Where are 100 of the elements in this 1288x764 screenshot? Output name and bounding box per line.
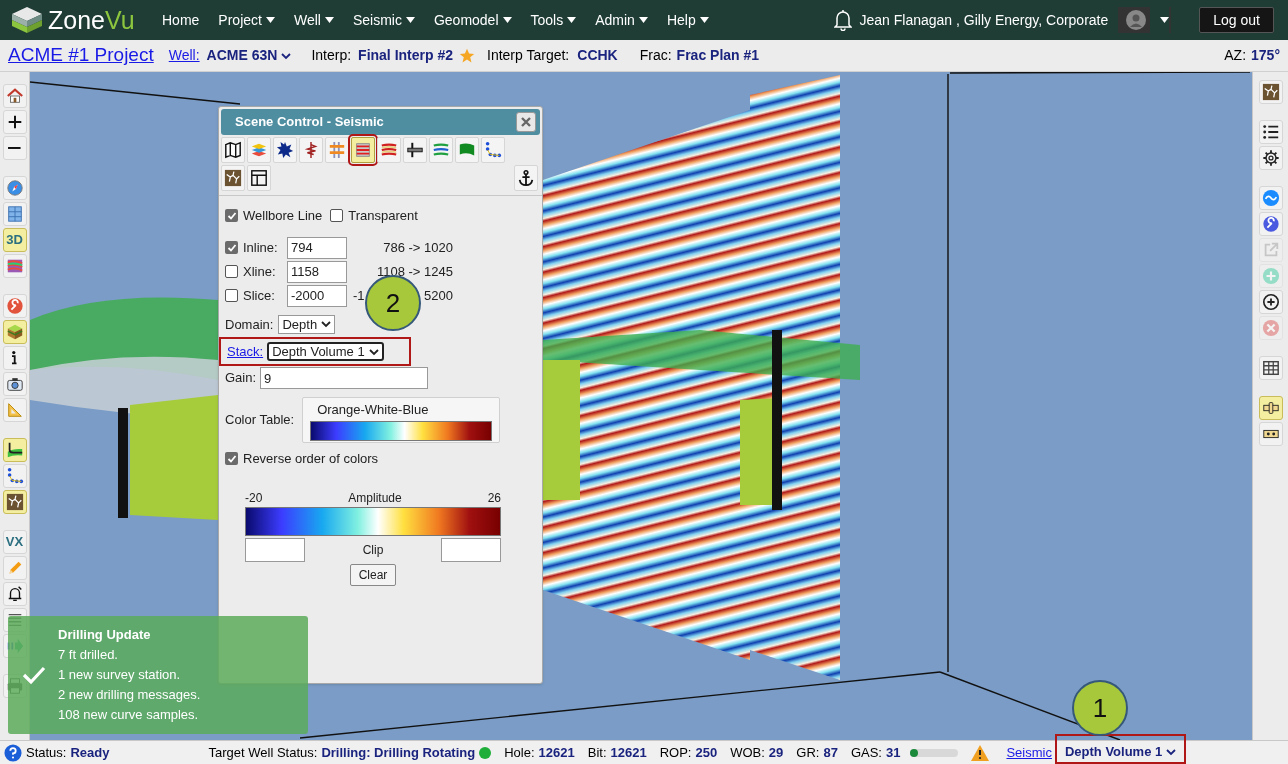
clip-max-input[interactable]	[441, 537, 501, 562]
close-button[interactable]	[516, 112, 536, 132]
help-icon[interactable]	[4, 743, 22, 762]
tool-button[interactable]	[403, 137, 427, 163]
toolbar-button[interactable]	[2, 582, 27, 606]
reading-label: GR:	[796, 743, 820, 762]
well-selector[interactable]: ACME 63N	[206, 45, 292, 66]
caret-icon	[321, 319, 332, 330]
toolbar-button[interactable]	[1258, 356, 1283, 380]
stack-link[interactable]: Stack:	[227, 341, 264, 362]
menu-dropdown[interactable]: Seismic	[352, 9, 415, 31]
checkbox[interactable]	[225, 452, 238, 466]
status-label: Status:	[26, 743, 67, 762]
toast-message: 108 new curve samples.	[58, 706, 200, 724]
logout-button[interactable]: Log out	[1199, 7, 1274, 33]
checkbox-label: Reverse order of colors	[243, 450, 379, 468]
toolbar-button[interactable]	[1258, 120, 1283, 144]
tool-button[interactable]	[247, 165, 271, 191]
tool-button[interactable]	[299, 137, 323, 163]
color-table-picker[interactable]: Orange-White-Blue	[302, 397, 501, 443]
domain-label: Domain:	[225, 315, 274, 334]
reading-value: 31	[886, 743, 901, 762]
toolbar-button[interactable]	[1258, 146, 1283, 170]
gain-label: Gain:	[225, 369, 257, 388]
menu-dropdown[interactable]: Well	[293, 9, 334, 31]
toolbar-button[interactable]	[2, 110, 27, 134]
caret-icon	[324, 17, 334, 23]
plane-input[interactable]: 1158	[287, 260, 347, 283]
caret-icon	[502, 17, 512, 23]
layers-icon	[250, 141, 268, 159]
close-icon	[1261, 319, 1280, 337]
menu-dropdown[interactable]: Tools	[530, 9, 577, 31]
add-icon	[1261, 267, 1280, 285]
toolbar-button[interactable]	[1258, 80, 1283, 104]
plane-label: Slice:	[243, 286, 275, 305]
fracture-branch-icon	[5, 493, 24, 511]
plane-range: 5200	[424, 286, 453, 305]
target-well-status-label: Target Well Status:	[208, 743, 318, 762]
amplitude-max: 26	[487, 489, 501, 507]
plane-input[interactable]: 794	[287, 236, 347, 259]
seismic-stack-icon	[354, 141, 372, 159]
anchor-button[interactable]	[514, 165, 538, 191]
clear-button[interactable]: Clear	[349, 563, 397, 586]
camera-icon	[5, 375, 24, 393]
house-icon	[5, 87, 24, 105]
volume-selector[interactable]: Depth Volume 1	[1054, 733, 1187, 764]
map-icon	[224, 141, 242, 159]
amplitude-min: -20	[245, 489, 263, 507]
toolbar-button[interactable]	[1258, 396, 1283, 420]
reading-label: GAS:	[850, 743, 882, 762]
clip-min-input[interactable]	[245, 537, 305, 562]
checkbox[interactable]	[225, 289, 238, 302]
toolbar-button[interactable]	[2, 372, 27, 396]
caret-icon	[281, 50, 292, 61]
close-icon	[521, 117, 531, 127]
user-name: Jean Flanagan , Gilly Energy, Corporate	[859, 10, 1109, 30]
toolbar-button[interactable]	[1258, 290, 1283, 314]
well-link[interactable]: Well:	[168, 45, 200, 66]
wave-icon	[1261, 189, 1280, 207]
menu-dropdown[interactable]: Help	[666, 9, 709, 31]
cross-section-icon	[5, 257, 24, 275]
wellbore-surface-icon	[5, 441, 24, 459]
checkbox[interactable]	[225, 265, 238, 278]
starburst-icon	[276, 141, 294, 159]
tool-button[interactable]	[221, 165, 245, 191]
toolbar-button[interactable]: VX	[2, 530, 27, 554]
toolbar-button[interactable]	[2, 346, 27, 370]
menu-link[interactable]: Home	[162, 9, 200, 31]
menu-dropdown[interactable]: Project	[218, 9, 275, 31]
user-avatar-button[interactable]	[1118, 7, 1172, 33]
checkbox[interactable]	[225, 209, 238, 223]
toolbar-button[interactable]: 3D	[2, 228, 27, 252]
checkmark-icon	[22, 665, 46, 685]
toolbar-button[interactable]	[2, 464, 27, 488]
seismic-link[interactable]: Seismic	[1006, 742, 1052, 763]
tool-button[interactable]	[481, 137, 505, 163]
stack-select[interactable]: Depth Volume 1	[267, 342, 384, 361]
checkbox[interactable]	[225, 241, 238, 254]
caret-icon	[699, 17, 709, 23]
toolbar-button[interactable]	[2, 490, 27, 514]
toolbar-button[interactable]	[2, 438, 27, 462]
project-link[interactable]: ACME #1 Project	[8, 41, 154, 70]
warning-icon[interactable]	[971, 744, 990, 761]
star-icon[interactable]	[459, 47, 475, 64]
menu-dropdown[interactable]: Geomodel	[433, 9, 512, 31]
notification-bell-icon[interactable]	[833, 9, 852, 31]
gain-input[interactable]: 9	[260, 367, 429, 389]
interp-target-value: CCHK	[577, 46, 618, 65]
tool-button[interactable]	[273, 137, 297, 163]
tool-button[interactable]	[325, 137, 349, 163]
menu-dropdown[interactable]: Admin	[595, 9, 648, 31]
plane-input[interactable]: -2000	[287, 284, 347, 307]
plane-range: -1	[353, 286, 365, 305]
tool-button[interactable]	[221, 137, 245, 163]
triangle-ruler-icon	[5, 401, 24, 419]
logo-text[interactable]: ZoneVu	[48, 7, 135, 33]
checkbox[interactable]	[330, 209, 344, 223]
toolbar-button[interactable]	[2, 136, 27, 160]
domain-select[interactable]: Depth	[278, 314, 336, 334]
toolbar-button[interactable]	[1258, 422, 1283, 446]
